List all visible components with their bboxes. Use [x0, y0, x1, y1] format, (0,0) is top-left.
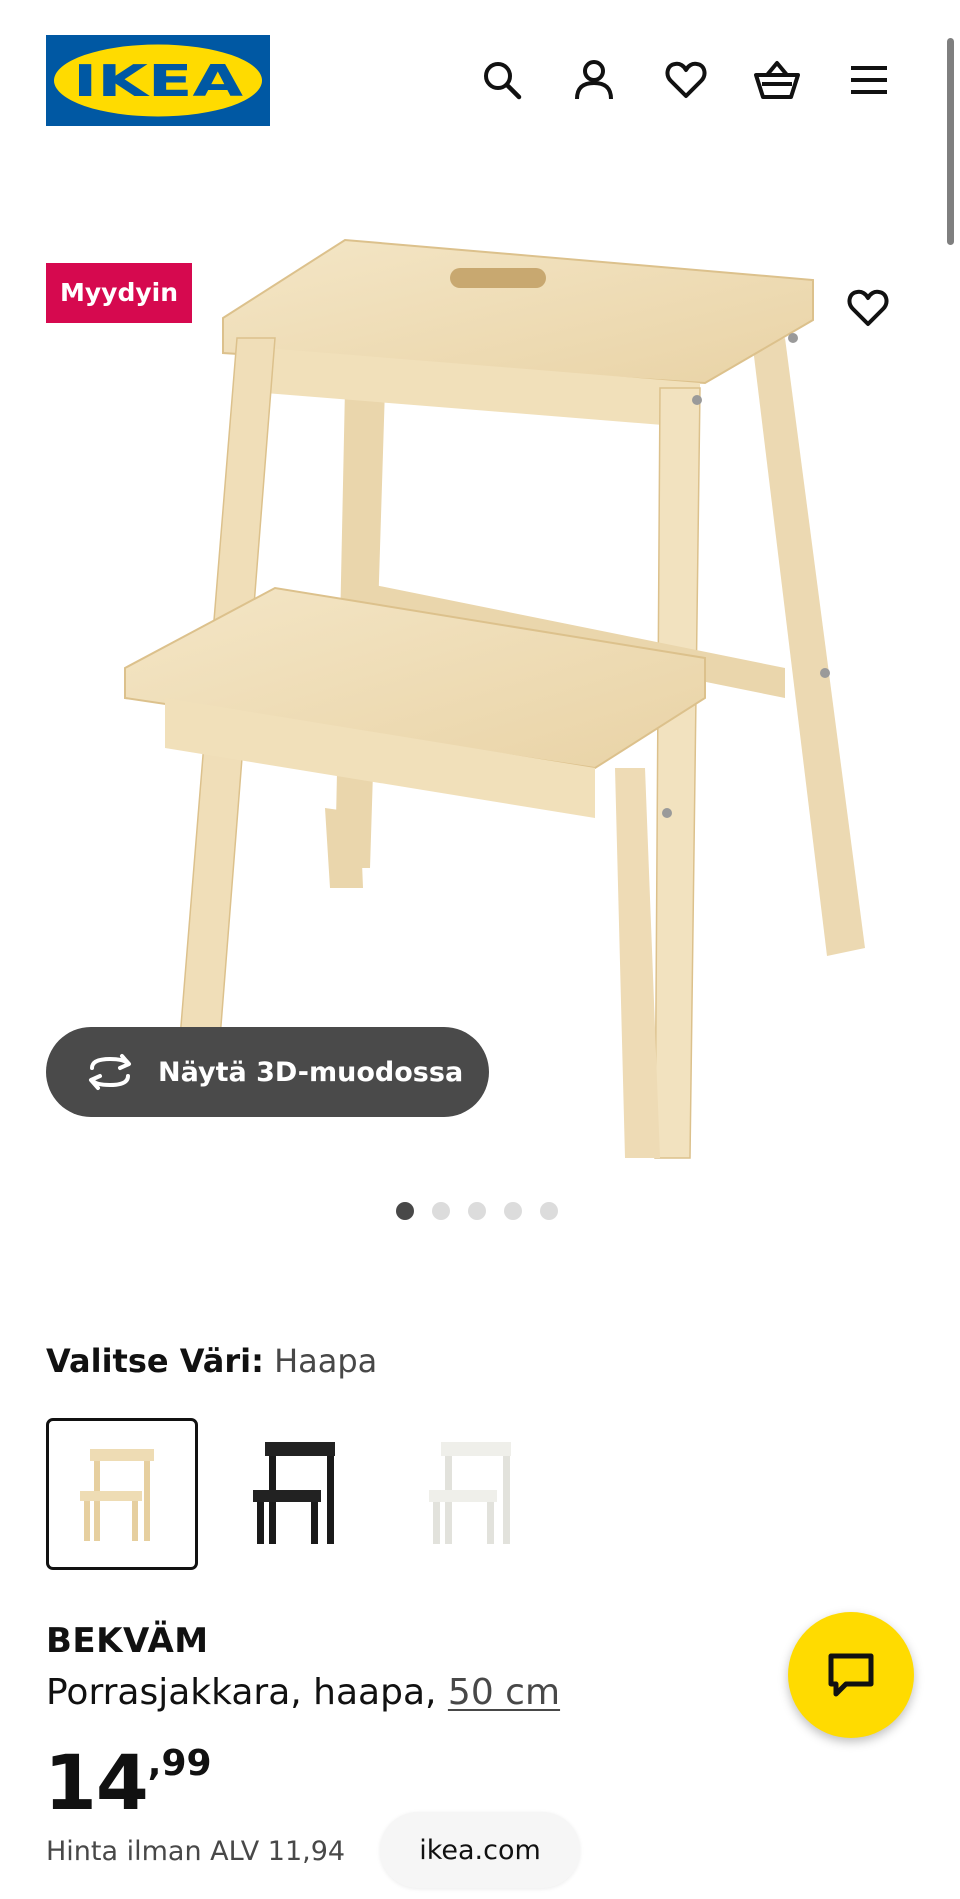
gallery-dot[interactable]	[432, 1202, 450, 1220]
heart-icon[interactable]	[658, 52, 714, 108]
browser-url-bar[interactable]: ikea.com	[380, 1812, 580, 1888]
favorite-heart-icon[interactable]	[840, 280, 896, 336]
gallery-pagination	[396, 1202, 558, 1220]
color-selector-label: Valitse Väri: Haapa	[46, 1342, 377, 1380]
selected-color: Haapa	[274, 1342, 378, 1380]
view-3d-button[interactable]: Näytä 3D-muodossa	[46, 1027, 489, 1117]
product-description: Porrasjakkara, haapa, 50 cm	[46, 1672, 560, 1713]
color-swatch-black[interactable]	[222, 1418, 374, 1570]
price-excl-vat: Hinta ilman ALV 11,94	[46, 1836, 346, 1867]
rotate-3d-icon	[89, 1054, 131, 1090]
color-label: Valitse Väri:	[46, 1342, 264, 1380]
gallery-dot[interactable]	[468, 1202, 486, 1220]
menu-icon[interactable]	[841, 52, 897, 108]
gallery-dot[interactable]	[540, 1202, 558, 1220]
price-integer: 14	[44, 1738, 149, 1827]
color-swatch-white[interactable]	[398, 1418, 550, 1570]
size-link[interactable]: 50 cm	[448, 1672, 560, 1713]
user-icon[interactable]	[566, 52, 622, 108]
price-decimal: ,99	[147, 1743, 212, 1784]
product-name: BEKVÄM	[46, 1621, 209, 1661]
scrollbar[interactable]	[947, 38, 954, 245]
basket-icon[interactable]	[749, 52, 805, 108]
gallery-dot[interactable]	[396, 1202, 414, 1220]
chat-icon	[828, 1653, 874, 1697]
url-text: ikea.com	[419, 1834, 541, 1866]
ikea-logo[interactable]: IKEA	[46, 35, 270, 126]
product-price: 14,99	[44, 1738, 212, 1827]
chat-button[interactable]	[788, 1612, 914, 1738]
search-icon[interactable]	[474, 52, 530, 108]
color-swatch-haapa[interactable]	[46, 1418, 198, 1570]
bestseller-badge: Myydyin	[46, 263, 193, 323]
gallery-dot[interactable]	[504, 1202, 522, 1220]
view-3d-label: Näytä 3D-muodossa	[158, 1056, 464, 1088]
product-type: Porrasjakkara, haapa,	[46, 1672, 437, 1713]
logo-text: IKEA	[73, 56, 243, 107]
